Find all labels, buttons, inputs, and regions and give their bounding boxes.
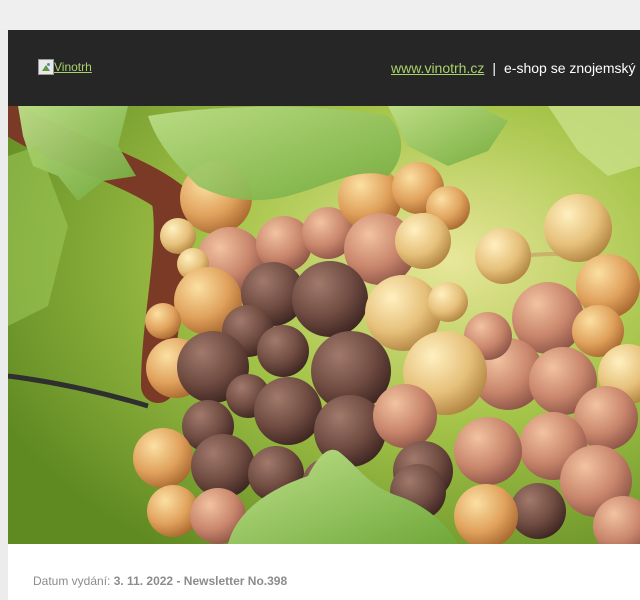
hero-image: [8, 106, 640, 544]
grape-cluster-photo: [8, 106, 640, 544]
newsletter-header: Vinotrh www.vinotrh.cz | e-shop se znojems…: [8, 30, 640, 106]
site-link[interactable]: www.vinotrh.cz: [391, 60, 484, 76]
header-tagline-line: www.vinotrh.cz | e-shop se znojemský: [391, 60, 636, 76]
broken-image-icon: [38, 59, 54, 75]
shop-tagline: e-shop se znojemský: [504, 60, 636, 76]
issue-line: Datum vydání: 3. 11. 2022 - Newsletter N…: [33, 574, 287, 588]
issue-date-value: 3. 11. 2022 - Newsletter No.398: [113, 574, 288, 588]
newsletter-meta: Datum vydání: 3. 11. 2022 - Newsletter N…: [8, 544, 640, 600]
top-spacer: [0, 0, 640, 30]
logo-link[interactable]: Vinotrh: [38, 59, 92, 75]
issue-date-label: Datum vydání:: [33, 574, 111, 588]
logo-alt-text: Vinotrh: [54, 60, 92, 74]
separator: |: [492, 60, 496, 76]
